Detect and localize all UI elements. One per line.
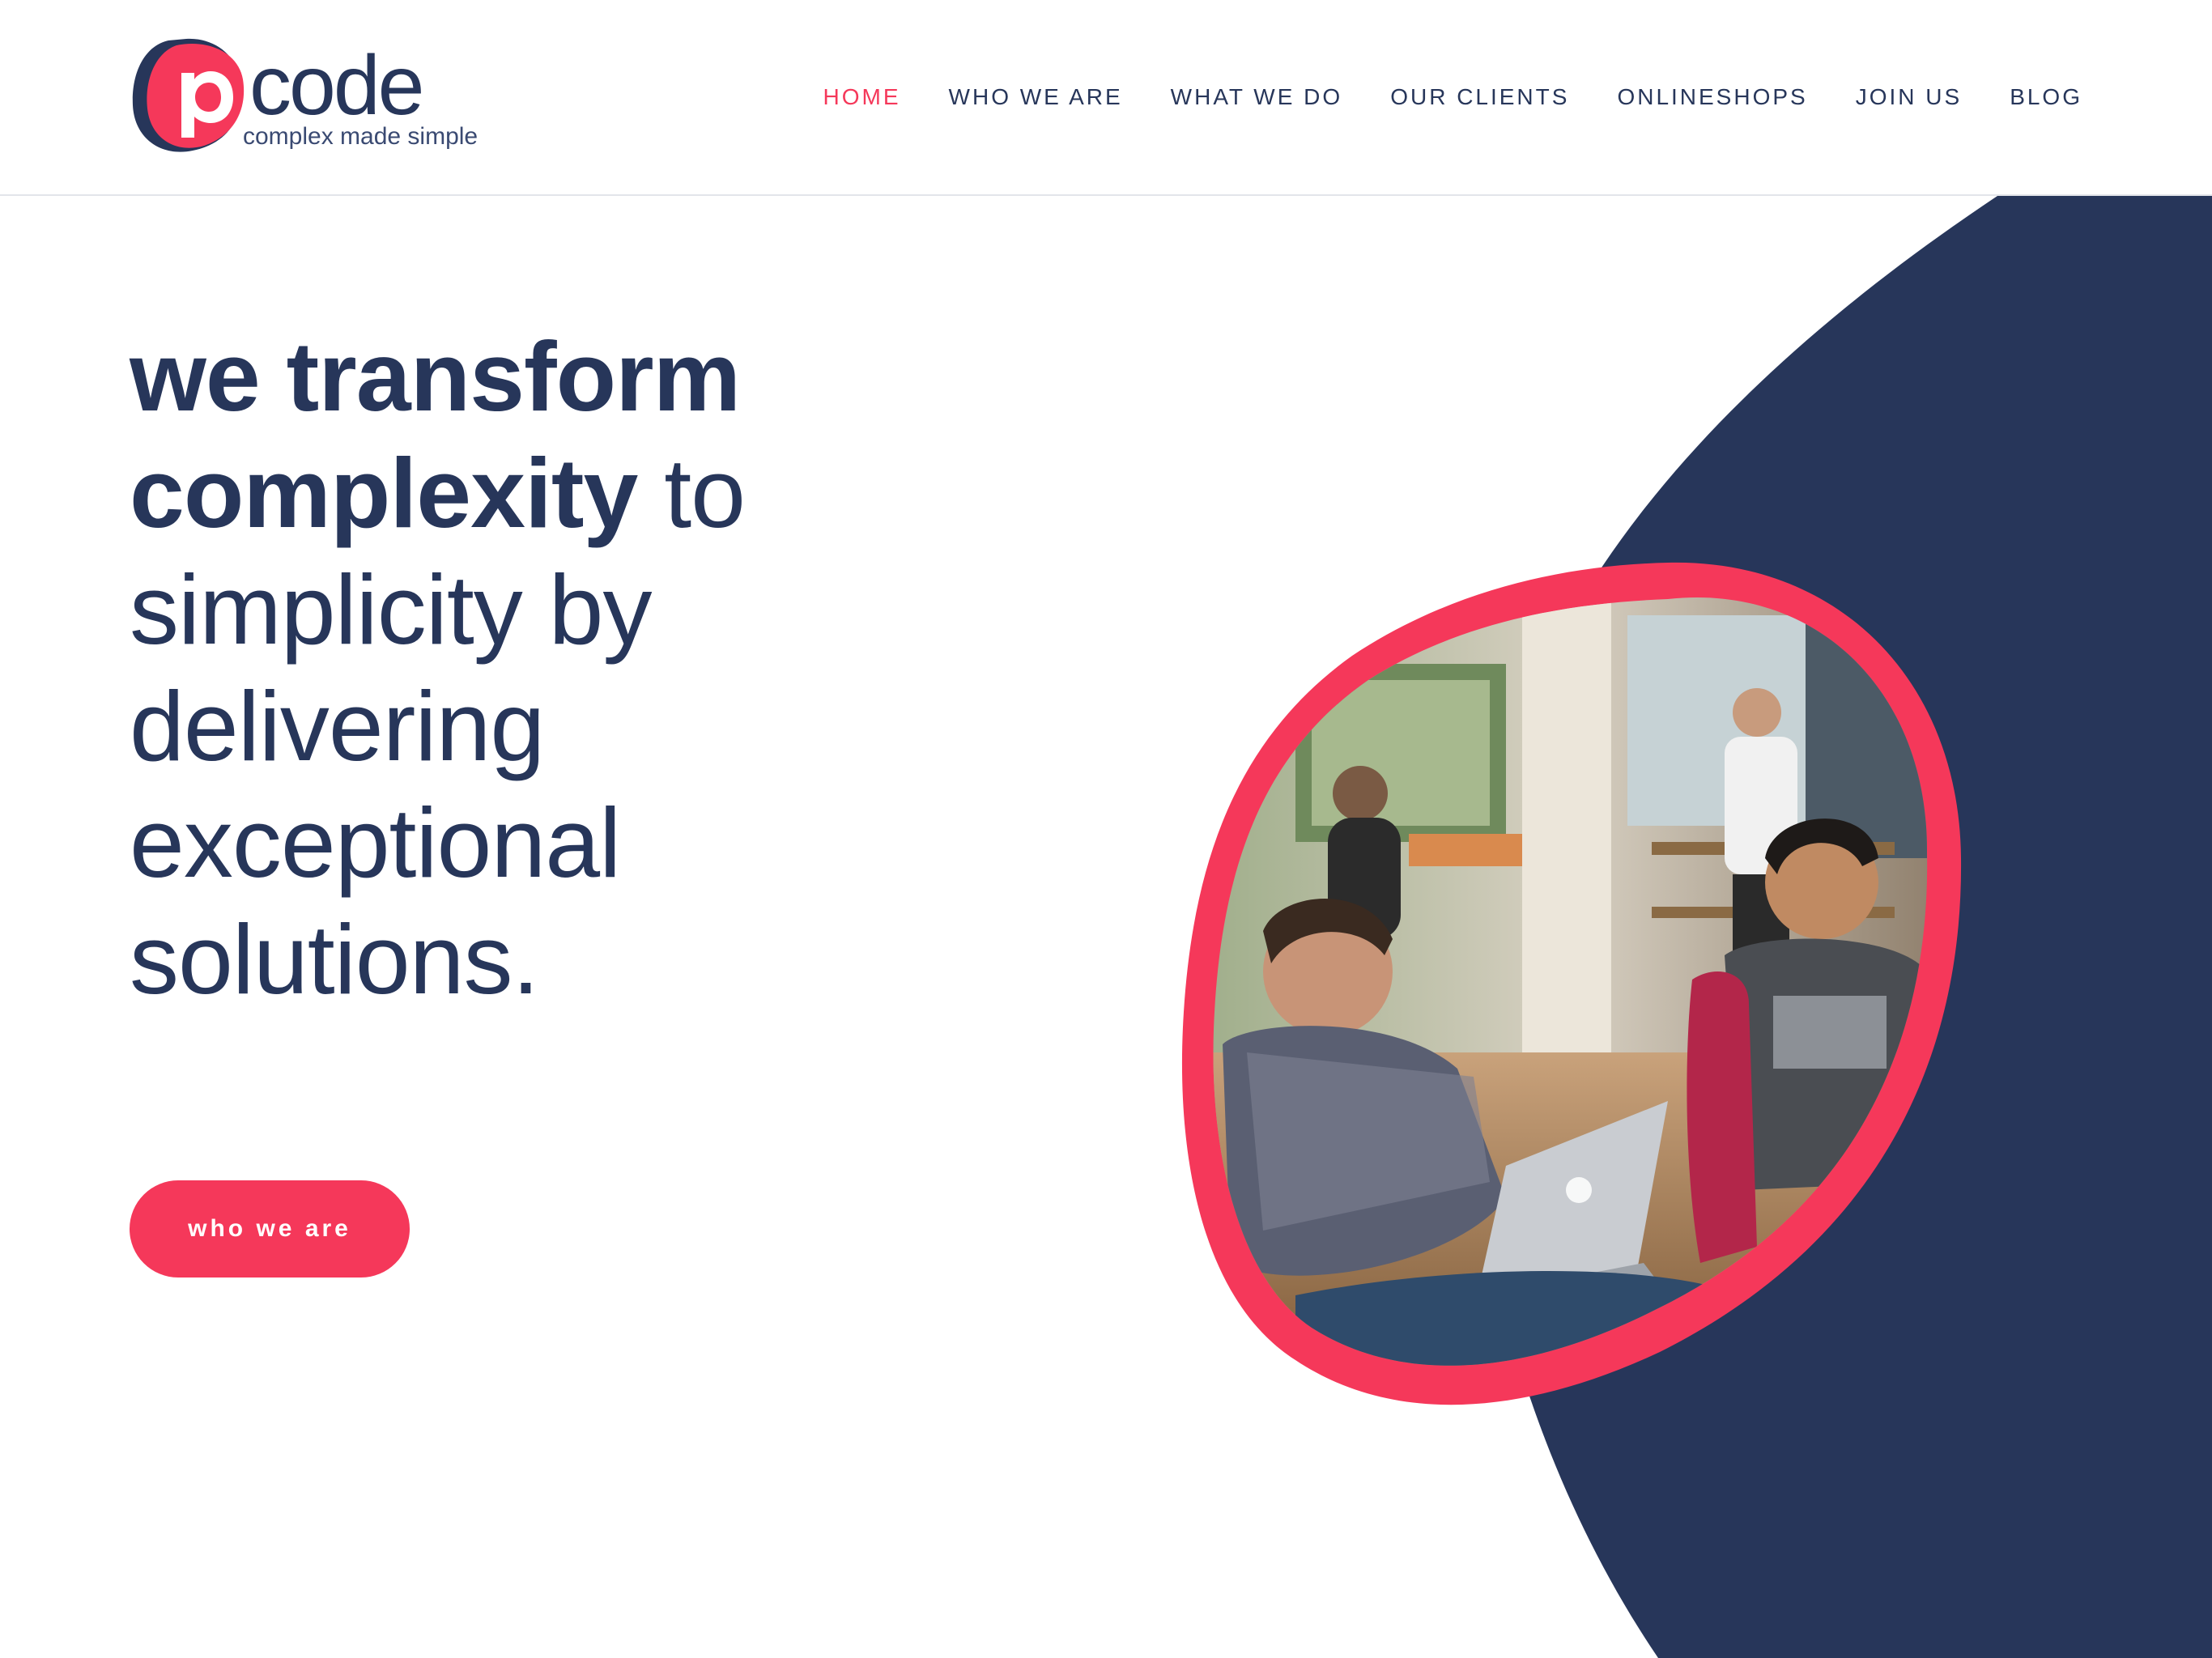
page: code complex made simple HOME WHO WE ARE… [0,0,2212,1658]
headline-rest-1: to [637,438,746,548]
headline-bold-1: we transform [130,321,741,432]
nav-item-home[interactable]: HOME [823,81,901,113]
headline-bold-2: complexity [130,438,638,548]
headline-line-3: simplicity by [130,555,653,665]
headline-line-5: exceptional [130,788,621,898]
pcode-logo[interactable]: code complex made simple [130,36,502,159]
brand-tagline: complex made simple [243,123,479,150]
headline-line-4: delivering [130,671,545,781]
main-navigation: HOME WHO WE ARE WHAT WE DO OUR CLIENTS O… [776,81,2082,113]
nav-item-blog[interactable]: BLOG [2010,81,2082,113]
hero-headline: we transform complexity to simplicity by… [130,318,939,1018]
nav-item-join-us[interactable]: JOIN US [1856,81,1962,113]
pcode-logo-mark-icon [132,38,245,152]
headline-line-2: complexity to [130,435,939,551]
who-we-are-button[interactable]: who we are [130,1180,410,1278]
site-header: code complex made simple HOME WHO WE ARE… [0,0,2212,196]
nav-item-what-we-do[interactable]: WHAT WE DO [1171,81,1343,113]
nav-item-our-clients[interactable]: OUR CLIENTS [1390,81,1569,113]
nav-item-who-we-are[interactable]: WHO WE ARE [949,81,1123,113]
headline-line-1: we transform [130,318,939,435]
headline-line-6: solutions. [130,904,539,1014]
nav-item-onlineshops[interactable]: ONLINESHOPS [1617,81,1807,113]
